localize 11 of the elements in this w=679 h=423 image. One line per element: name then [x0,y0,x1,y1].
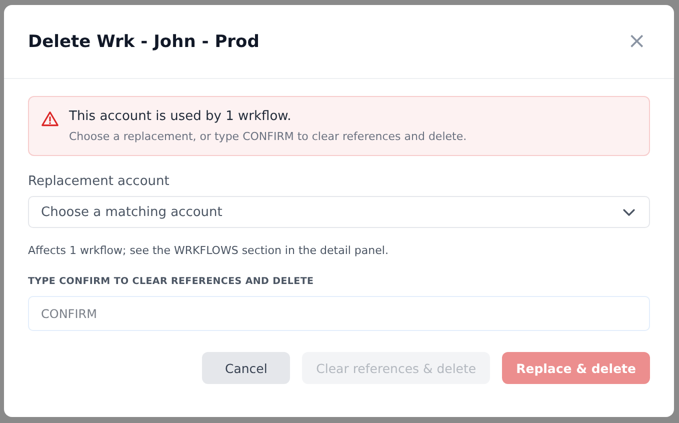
help-text: Affects 1 wrkflow; see the WRKFLOWS section in the detail panel. [28,244,390,257]
account-dropdown[interactable]: Choose a matching account [28,196,650,228]
close-button[interactable]: × [624,29,650,54]
cancel-button[interactable]: Cancel [202,352,290,384]
field-label: TYPE CONFIRM TO CLEAR REFERENCES AND DELETE [28,276,315,287]
warning-icon [41,110,59,128]
field-label: Replacement account [28,174,170,189]
dialog-title: Delete Wrk - John - Prod [28,32,260,52]
alert-message: Choose a replacement, or type CONFIRM to clear references and delete. [69,130,467,143]
confirm-input[interactable]: CONFIRM [28,296,650,331]
alert-title: This account is used by 1 wrkflow. [69,109,292,124]
